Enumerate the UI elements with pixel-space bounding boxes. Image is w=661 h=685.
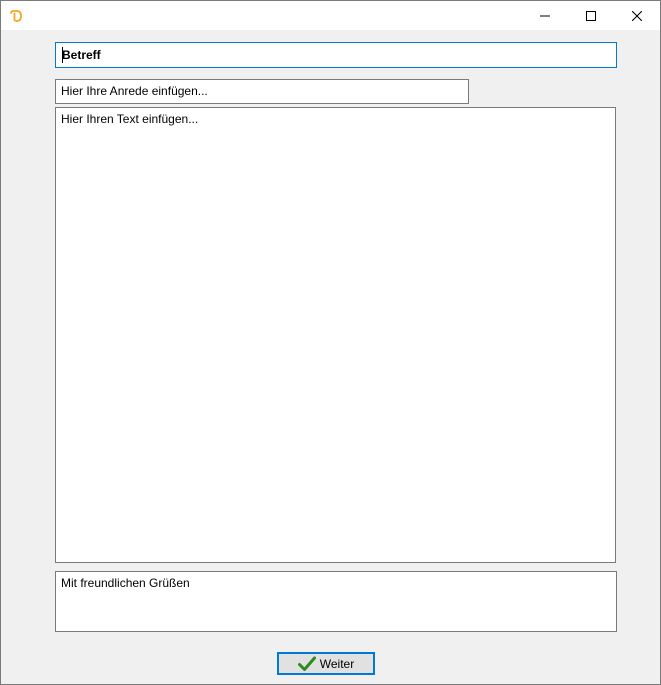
maximize-icon — [586, 10, 596, 21]
app-logo-icon — [8, 8, 24, 24]
salutation-field[interactable]: Hier Ihre Anrede einfügen... — [55, 79, 469, 104]
close-icon — [632, 10, 642, 21]
checkmark-icon — [297, 656, 316, 672]
close-button[interactable] — [614, 1, 660, 30]
dialog-window: Betreff Hier Ihre Anrede einfügen... Hie… — [0, 0, 661, 685]
closing-field[interactable]: Mit freundlichen Grüßen — [55, 571, 617, 632]
maximize-button[interactable] — [568, 1, 614, 30]
next-button[interactable]: Weiter — [277, 652, 375, 675]
minimize-icon — [540, 11, 550, 21]
subject-field[interactable]: Betreff — [55, 42, 617, 68]
title-bar[interactable] — [1, 1, 660, 30]
text-caret — [62, 47, 63, 63]
next-button-label: Weiter — [319, 656, 355, 671]
minimize-button[interactable] — [522, 1, 568, 30]
message-body-field[interactable]: Hier Ihren Text einfügen... — [55, 107, 616, 563]
